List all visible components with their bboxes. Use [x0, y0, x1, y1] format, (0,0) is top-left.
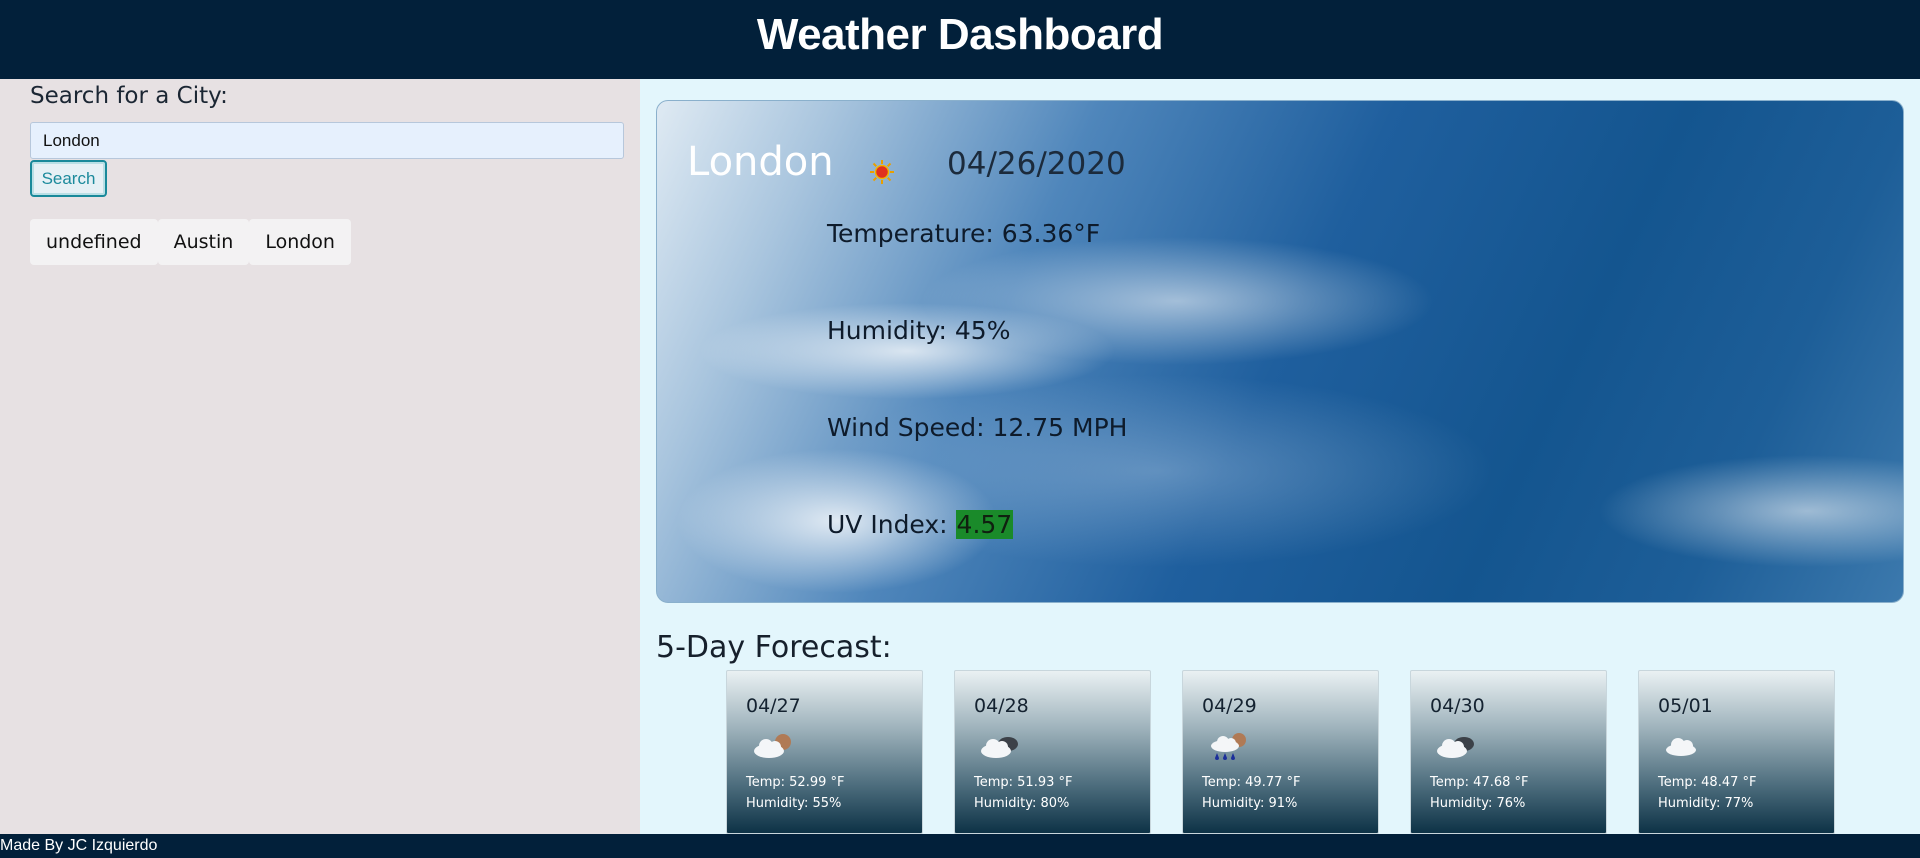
forecast-date: 05/01	[1658, 695, 1713, 717]
humidity-text: Humidity: 45%	[827, 316, 1011, 345]
forecast-temp: Temp: 49.77 °F	[1202, 775, 1301, 790]
rain-cloud-icon	[1211, 733, 1246, 760]
forecast-temp: Temp: 51.93 °F	[974, 775, 1073, 790]
search-history: undefined Austin London	[30, 219, 351, 265]
forecast-temp: Temp: 47.68 °F	[1430, 775, 1529, 790]
forecast-card: 05/01 Temp: 48.47 °F Humidity: 77%	[1638, 670, 1835, 834]
forecast-temp: Temp: 48.47 °F	[1658, 775, 1757, 790]
forecast-humidity: Humidity: 77%	[1658, 796, 1754, 811]
main-panel: London 04/26/2020 Temperature: 63.36°F H…	[640, 79, 1920, 834]
uv-index-label: UV Index:	[827, 510, 956, 539]
forecast-temp: Temp: 52.99 °F	[746, 775, 845, 790]
cloud-icon	[1666, 738, 1696, 756]
header-bar: Weather Dashboard	[0, 0, 1920, 79]
forecast-card: 04/27 Temp: 52.99 °F Humidity: 55%	[726, 670, 923, 834]
search-button[interactable]: Search	[30, 160, 107, 197]
forecast-date: 04/27	[746, 695, 801, 717]
forecast-humidity: Humidity: 55%	[746, 796, 842, 811]
search-input[interactable]	[30, 122, 624, 159]
cloud-dark-icon	[1437, 737, 1474, 758]
forecast-card: 04/30 Temp: 47.68 °F Humidity: 76%	[1410, 670, 1607, 834]
cloud-dark-icon	[981, 737, 1018, 758]
page-title: Weather Dashboard	[756, 10, 1164, 59]
forecast-humidity: Humidity: 76%	[1430, 796, 1526, 811]
forecast-humidity: Humidity: 80%	[974, 796, 1070, 811]
cloud-sun-icon	[754, 734, 791, 758]
sun-icon	[870, 160, 894, 184]
forecast-humidity: Humidity: 91%	[1202, 796, 1298, 811]
current-weather-card: London 04/26/2020 Temperature: 63.36°F H…	[656, 100, 1904, 603]
sidebar: Search for a City: Search undefined Aust…	[0, 79, 640, 834]
history-item[interactable]: Austin	[157, 219, 250, 265]
forecast-row: 04/27 Temp: 52.99 °F Humidity: 55% 04/28…	[726, 670, 1846, 834]
forecast-date: 04/28	[974, 695, 1029, 717]
forecast-date: 04/29	[1202, 695, 1257, 717]
uv-index-row: UV Index: 4.57	[827, 510, 1014, 539]
forecast-card: 04/29 Temp: 49.77 °F Humidity: 91%	[1182, 670, 1379, 834]
forecast-date: 04/30	[1430, 695, 1485, 717]
history-item[interactable]: London	[249, 219, 351, 265]
forecast-card: 04/28 Temp: 51.93 °F Humidity: 80%	[954, 670, 1151, 834]
uv-index-value: 4.57	[955, 510, 1014, 539]
search-label: Search for a City:	[30, 83, 228, 109]
history-item[interactable]: undefined	[30, 219, 158, 265]
current-date: 04/26/2020	[947, 146, 1126, 182]
footer-credit: Made By JC Izquierdo	[0, 837, 158, 854]
wind-speed-text: Wind Speed: 12.75 MPH	[827, 413, 1128, 442]
temperature-text: Temperature: 63.36°F	[827, 219, 1101, 248]
city-name: London	[687, 139, 834, 185]
forecast-title: 5-Day Forecast:	[656, 630, 892, 665]
footer: Made By JC Izquierdo	[0, 834, 1920, 858]
